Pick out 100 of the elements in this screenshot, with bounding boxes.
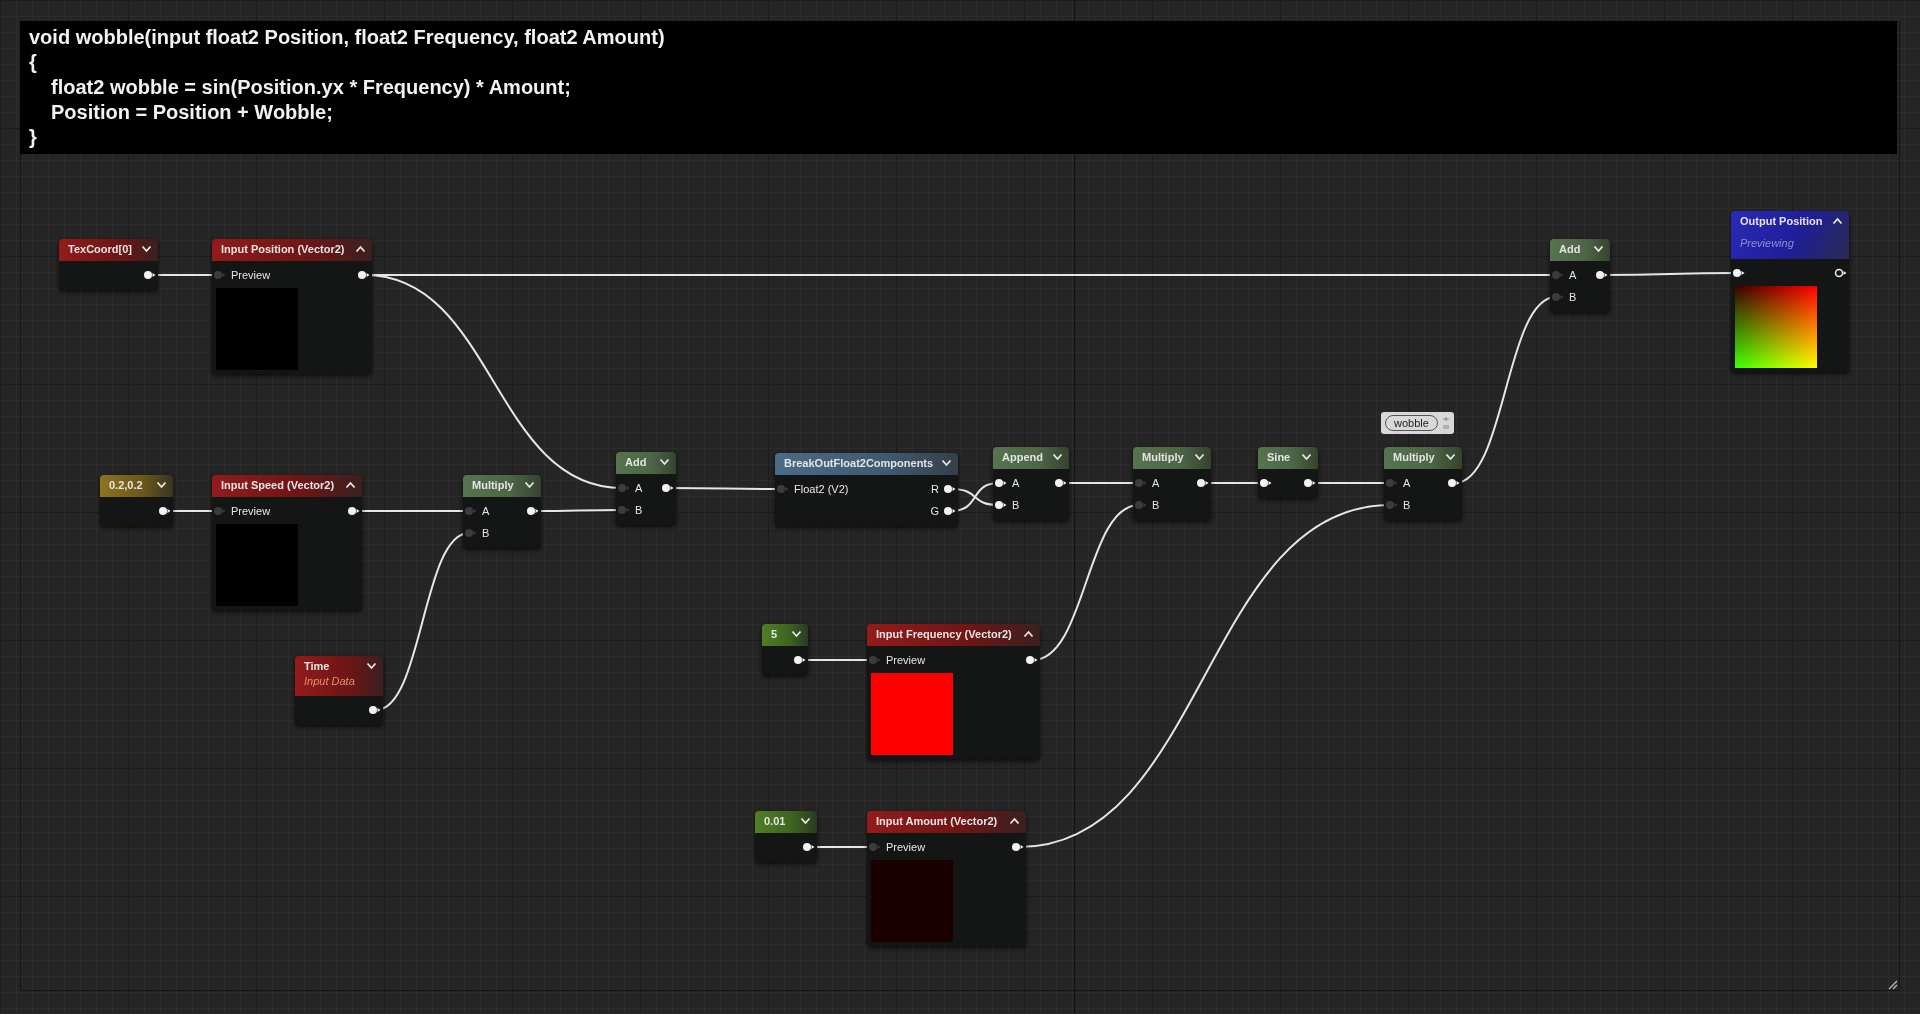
output-pin-icon[interactable] — [943, 484, 957, 494]
pin-toggle-icon[interactable] — [1441, 416, 1450, 430]
output-pin-icon[interactable] — [368, 705, 382, 715]
output-pin-icon[interactable] — [661, 483, 675, 493]
node-card[interactable]: TexCoord[0] — [59, 239, 158, 290]
expand-chevron-icon[interactable] — [156, 481, 167, 489]
expand-chevron-icon[interactable] — [941, 459, 952, 467]
node-card[interactable]: 0.01 — [755, 811, 817, 862]
input-pin-icon[interactable] — [1385, 500, 1399, 510]
node-card[interactable]: Add A B — [1550, 239, 1610, 312]
output-pin-icon[interactable] — [793, 655, 807, 665]
node-card[interactable]: Add A B — [616, 452, 676, 525]
node-header[interactable]: 5 — [762, 624, 808, 646]
comment-bubble[interactable]: wobble — [1381, 412, 1454, 434]
node-card[interactable]: Sine — [1258, 447, 1318, 498]
output-pin-icon[interactable] — [158, 506, 172, 516]
output-pin-icon[interactable] — [943, 506, 957, 516]
code-line: void wobble(input float2 Position, float2 Frequency, float2 Amount) — [29, 25, 665, 50]
node-header[interactable]: Output Position Previewing — [1731, 211, 1849, 259]
node-title: 0.2,0.2 — [109, 479, 143, 491]
node-header[interactable]: Input Position (Vector2) — [212, 239, 372, 261]
node-header[interactable]: 0.2,0.2 — [100, 475, 173, 497]
node-header[interactable]: Input Frequency (Vector2) — [867, 624, 1040, 646]
expand-chevron-icon[interactable] — [1593, 245, 1604, 253]
node-card[interactable]: Input Speed (Vector2) Preview — [212, 475, 362, 610]
output-pin-icon[interactable] — [1054, 478, 1068, 488]
collapse-chevron-icon[interactable] — [1023, 630, 1034, 638]
expand-chevron-icon[interactable] — [1301, 453, 1312, 461]
output-pin-icon[interactable] — [1447, 478, 1461, 488]
input-pin-icon[interactable] — [868, 655, 882, 665]
expand-chevron-icon[interactable] — [141, 245, 152, 253]
node-header[interactable]: 0.01 — [755, 811, 817, 833]
node-card[interactable]: Input Frequency (Vector2) Preview — [867, 624, 1040, 759]
expand-chevron-icon[interactable] — [1194, 453, 1205, 461]
output-pin-icon[interactable] — [1196, 478, 1210, 488]
node-card[interactable]: 0.2,0.2 — [100, 475, 173, 526]
node-card[interactable]: Multiply A B — [463, 475, 541, 548]
input-pin-icon[interactable] — [994, 478, 1008, 488]
input-pin-icon[interactable] — [464, 506, 478, 516]
node-header[interactable]: Append — [993, 447, 1069, 469]
input-pin-icon[interactable] — [1551, 270, 1565, 280]
resize-grip-icon[interactable] — [1886, 978, 1898, 990]
node-header[interactable]: Sine — [1258, 447, 1318, 469]
output-pin-icon[interactable] — [1303, 478, 1317, 488]
node-header[interactable]: Input Amount (Vector2) — [867, 811, 1026, 833]
output-pin-icon[interactable] — [357, 270, 371, 280]
input-pin-icon[interactable] — [868, 842, 882, 852]
node-title: Multiply — [1393, 451, 1435, 463]
input-pin-icon[interactable] — [1551, 292, 1565, 302]
node-card[interactable]: Input Amount (Vector2) Preview — [867, 811, 1026, 946]
pin-label: Preview — [886, 841, 926, 853]
node-header[interactable]: Add — [1550, 239, 1610, 261]
expand-chevron-icon[interactable] — [524, 481, 535, 489]
input-pin-icon[interactable] — [213, 506, 227, 516]
node-header[interactable]: Multiply — [463, 475, 541, 497]
input-pin-icon[interactable] — [1259, 478, 1273, 488]
node-card[interactable]: Append A B — [993, 447, 1069, 520]
expand-chevron-icon[interactable] — [659, 458, 670, 466]
collapse-chevron-icon[interactable] — [1832, 217, 1843, 225]
input-pin-icon[interactable] — [1134, 478, 1148, 488]
output-pin-icon[interactable] — [143, 270, 157, 280]
node-card[interactable]: Time Input Data — [295, 656, 383, 725]
input-pin-icon[interactable] — [1385, 478, 1399, 488]
input-pin-icon[interactable] — [1134, 500, 1148, 510]
input-pin-icon[interactable] — [617, 505, 631, 515]
expand-chevron-icon[interactable] — [366, 662, 377, 670]
node-header[interactable]: TexCoord[0] — [59, 239, 158, 261]
expand-chevron-icon[interactable] — [791, 630, 802, 638]
node-header[interactable]: Input Speed (Vector2) — [212, 475, 362, 497]
output-pin-icon[interactable] — [802, 842, 816, 852]
output-pin-icon[interactable] — [1011, 842, 1025, 852]
node-header[interactable]: Add — [616, 452, 676, 474]
expand-chevron-icon[interactable] — [800, 817, 811, 825]
collapse-chevron-icon[interactable] — [1009, 817, 1020, 825]
node-header[interactable]: Multiply — [1133, 447, 1211, 469]
node-card[interactable]: Input Position (Vector2) Preview — [212, 239, 372, 374]
pin-label: A — [482, 505, 490, 517]
node-card[interactable]: 5 — [762, 624, 808, 675]
expand-chevron-icon[interactable] — [1445, 453, 1456, 461]
node-header[interactable]: Multiply — [1384, 447, 1462, 469]
output-pin-icon[interactable] — [526, 506, 540, 516]
input-pin-icon[interactable] — [213, 270, 227, 280]
expand-chevron-icon[interactable] — [1052, 453, 1063, 461]
input-pin-icon[interactable] — [994, 500, 1008, 510]
output-pin-icon[interactable] — [1025, 655, 1039, 665]
node-header[interactable]: Time Input Data — [295, 656, 383, 696]
node-header[interactable]: BreakOutFloat2Components — [775, 453, 958, 475]
node-card[interactable]: Multiply A B — [1133, 447, 1211, 520]
output-pin-icon[interactable] — [1595, 270, 1609, 280]
input-pin-icon[interactable] — [1732, 268, 1746, 278]
collapse-chevron-icon[interactable] — [355, 245, 366, 253]
input-pin-icon[interactable] — [617, 483, 631, 493]
output-pin-icon[interactable] — [1834, 268, 1848, 278]
input-pin-icon[interactable] — [464, 528, 478, 538]
node-card[interactable]: Output Position Previewing — [1731, 211, 1849, 372]
collapse-chevron-icon[interactable] — [345, 481, 356, 489]
input-pin-icon[interactable] — [776, 484, 790, 494]
node-card[interactable]: BreakOutFloat2Components Float2 (V2) R G — [775, 453, 958, 526]
pin-label: Float2 (V2) — [794, 483, 849, 495]
output-pin-icon[interactable] — [347, 506, 361, 516]
